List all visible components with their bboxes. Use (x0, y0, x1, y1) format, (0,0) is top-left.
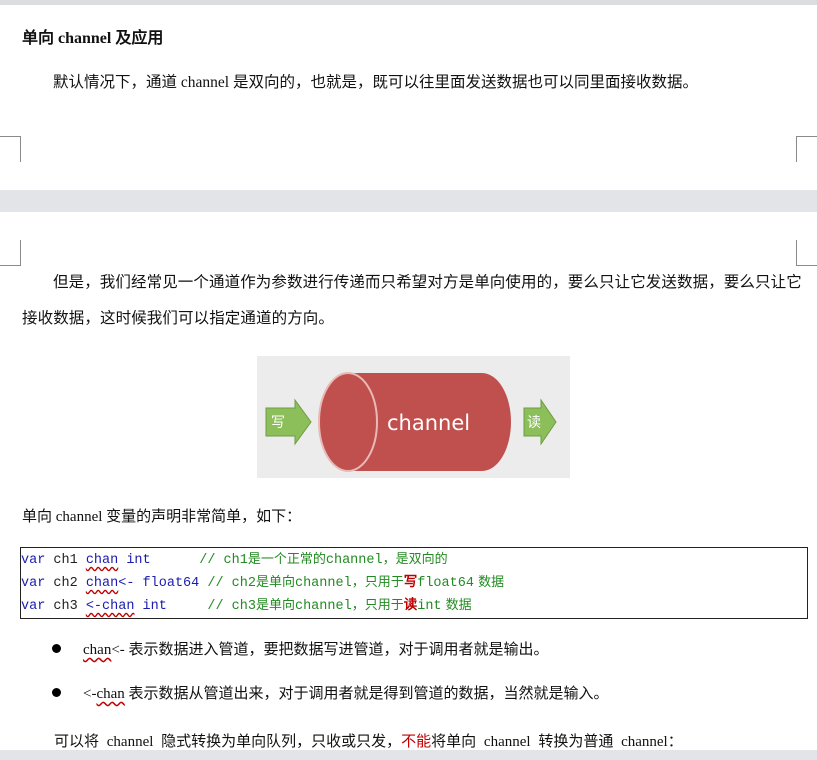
code-block: var ch1 chan int // ch1是一个正常的channel，是双向… (20, 547, 808, 619)
page-margin-corner-top-left (0, 240, 21, 266)
code-line-1: var ch1 chan int // ch1是一个正常的channel，是双向… (21, 552, 448, 568)
page-margin-corner-bottom-left (0, 136, 21, 162)
channel-label: channel (387, 411, 470, 435)
read-label: 读 (527, 414, 541, 431)
declaration-intro: 单向 channel 变量的声明非常简单，如下： (22, 509, 302, 525)
code-line-2: var ch2 chan<- float64 // ch2是单向channel，… (21, 574, 505, 591)
code-line-3: var ch3 <-chan int // ch3是单向channel，只用于读… (21, 597, 472, 614)
document-page-2: 但是，我们经常见一个通道作为参数进行传递而只希望对方是单向使用的，要么只让它发送… (0, 212, 817, 750)
paragraph-default-bidirectional: 默认情况下，通道 channel 是双向的，也就是，既可以往里面发送数据也可以同… (53, 74, 698, 91)
paragraph-implicit-conversion: 可以将 channel 隐式转换为单向队列，只收或只发，不能将单向 channe… (54, 734, 683, 750)
paragraph-unidirectional-intro: 但是，我们经常见一个通道作为参数进行传递而只希望对方是单向使用的，要么只让它发送… (22, 274, 802, 327)
bullet-item-write: chan<- 表示数据进入管道，要把数据写进管道，对于调用者就是输出。 (52, 638, 549, 662)
document-page-1: 单向 channel 及应用 默认情况下，通道 channel 是双向的，也就是… (0, 5, 817, 190)
write-label: 写 (271, 415, 285, 431)
bullet-icon (52, 644, 61, 653)
channel-diagram: 写 channel 读 (257, 356, 570, 478)
bullet-item-read: <-chan 表示数据从管道出来，对于调用者就是得到管道的数据，当然就是输入。 (52, 682, 609, 706)
page-margin-corner-bottom-right (796, 136, 817, 162)
bullet-icon (52, 688, 61, 697)
section-heading: 单向 channel 及应用 (22, 30, 164, 47)
page-margin-corner-top-right (796, 240, 817, 266)
